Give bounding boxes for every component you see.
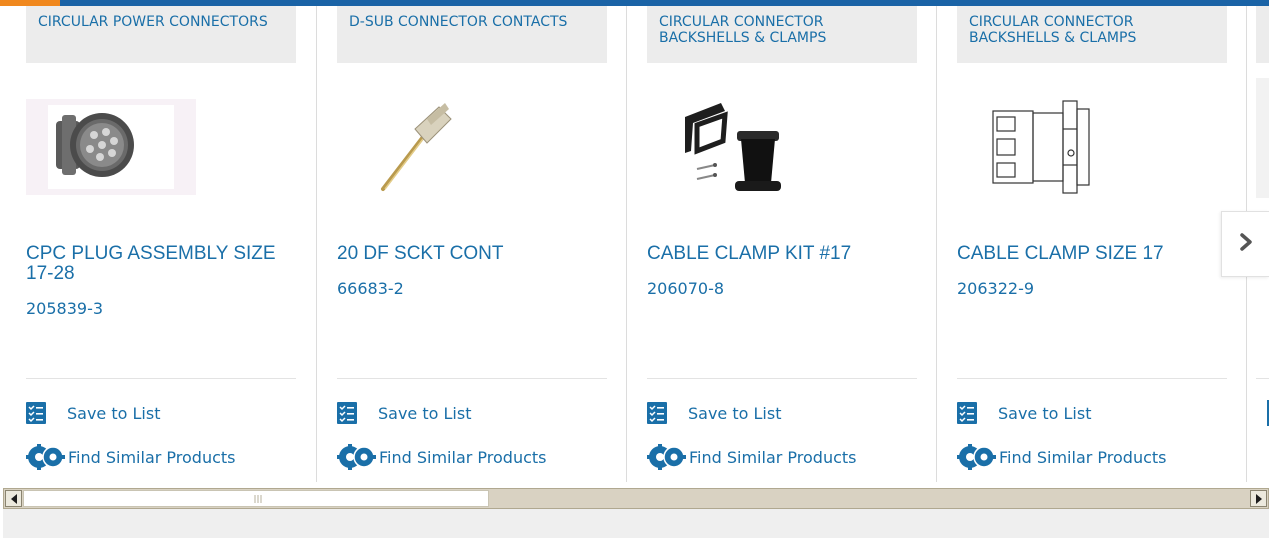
card-divider xyxy=(337,378,607,379)
save-to-list-button[interactable]: Save to List xyxy=(647,400,781,426)
find-similar-products-label: Find Similar Products xyxy=(689,447,857,467)
checklist-icon xyxy=(647,402,667,424)
product-category[interactable]: D-SUB CONNECTOR CONTACTS xyxy=(337,6,607,63)
product-category[interactable]: CIRCULAR CONNECTOR BACKSHELLS & CLAMPS xyxy=(957,6,1227,63)
find-similar-products-button[interactable]: Find Similar Products xyxy=(957,444,1167,470)
product-image-partial xyxy=(1256,78,1269,198)
save-to-list-label: Save to List xyxy=(688,403,782,423)
product-title[interactable]: CABLE CLAMP KIT #17 xyxy=(647,244,917,264)
save-to-list-button[interactable]: Save to List xyxy=(337,400,471,426)
triangle-left-icon xyxy=(11,494,17,504)
gears-icon xyxy=(26,444,66,470)
scrollbar-thumb[interactable] xyxy=(23,490,489,507)
card-separator xyxy=(626,6,627,482)
find-similar-products-button[interactable]: Find Similar Products xyxy=(337,444,547,470)
triangle-right-icon xyxy=(1256,494,1262,504)
product-image[interactable] xyxy=(26,99,196,195)
card-separator xyxy=(936,6,937,482)
save-to-list-label: Save to List xyxy=(378,403,472,423)
card-divider xyxy=(1256,378,1269,379)
circular-connector-plug-image xyxy=(26,99,196,195)
product-category[interactable]: CIRCULAR CONNECTOR BACKSHELLS & CLAMPS xyxy=(647,6,917,63)
cable-clamp-kit-image xyxy=(667,99,837,195)
page-footer-area xyxy=(3,509,1269,538)
card-divider xyxy=(26,378,296,379)
find-similar-products-button[interactable]: Find Similar Products xyxy=(647,444,857,470)
product-card: CIRCULAR POWER CONNECTORS CPC PLUG ASSEM… xyxy=(26,6,296,482)
card-divider xyxy=(647,378,917,379)
dsub-socket-contact-image xyxy=(357,99,527,195)
product-category[interactable]: CIRCULAR POWER CONNECTORS xyxy=(26,6,296,63)
checklist-icon xyxy=(26,402,46,424)
scroll-right-button[interactable] xyxy=(1250,490,1267,507)
save-to-list-label: Save to List xyxy=(67,403,161,423)
save-to-list-button[interactable]: Save to List xyxy=(26,400,160,426)
gears-icon xyxy=(647,444,687,470)
checklist-icon xyxy=(337,402,357,424)
product-category-partial xyxy=(1256,6,1269,63)
find-similar-products-button[interactable]: Find Similar Products xyxy=(26,444,236,470)
find-similar-products-label: Find Similar Products xyxy=(68,447,236,467)
card-separator xyxy=(316,6,317,482)
grip-icon xyxy=(254,495,262,503)
save-to-list-label: Save to List xyxy=(998,403,1092,423)
carousel-next-button[interactable] xyxy=(1221,211,1269,277)
chevron-right-icon xyxy=(1239,229,1253,259)
product-carousel: CIRCULAR POWER CONNECTORS CPC PLUG ASSEM… xyxy=(0,6,1269,488)
product-card: D-SUB CONNECTOR CONTACTS 20 DF SCKT CONT… xyxy=(337,6,607,482)
cable-clamp-drawing-image xyxy=(977,99,1147,195)
product-image[interactable] xyxy=(667,99,837,195)
product-part-number[interactable]: 205839-3 xyxy=(26,299,103,319)
product-part-number[interactable]: 66683-2 xyxy=(337,279,404,299)
horizontal-scrollbar[interactable] xyxy=(3,488,1269,509)
checklist-icon xyxy=(957,402,977,424)
product-title[interactable]: CABLE CLAMP SIZE 17 xyxy=(957,244,1227,264)
product-title[interactable]: CPC PLUG ASSEMBLY SIZE 17-28 xyxy=(26,244,296,284)
gears-icon xyxy=(337,444,377,470)
card-divider xyxy=(957,378,1227,379)
save-to-list-button[interactable]: Save to List xyxy=(957,400,1091,426)
product-part-number[interactable]: 206322-9 xyxy=(957,279,1034,299)
product-card: CIRCULAR CONNECTOR BACKSHELLS & CLAMPS C… xyxy=(957,6,1227,482)
product-title[interactable]: 20 DF SCKT CONT xyxy=(337,244,607,264)
product-card: CIRCULAR CONNECTOR BACKSHELLS & CLAMPS C… xyxy=(647,6,917,482)
product-image[interactable] xyxy=(977,99,1147,195)
gears-icon xyxy=(957,444,997,470)
product-image[interactable] xyxy=(357,99,527,195)
find-similar-products-label: Find Similar Products xyxy=(379,447,547,467)
scroll-left-button[interactable] xyxy=(5,490,22,507)
product-part-number[interactable]: 206070-8 xyxy=(647,279,724,299)
find-similar-products-label: Find Similar Products xyxy=(999,447,1167,467)
